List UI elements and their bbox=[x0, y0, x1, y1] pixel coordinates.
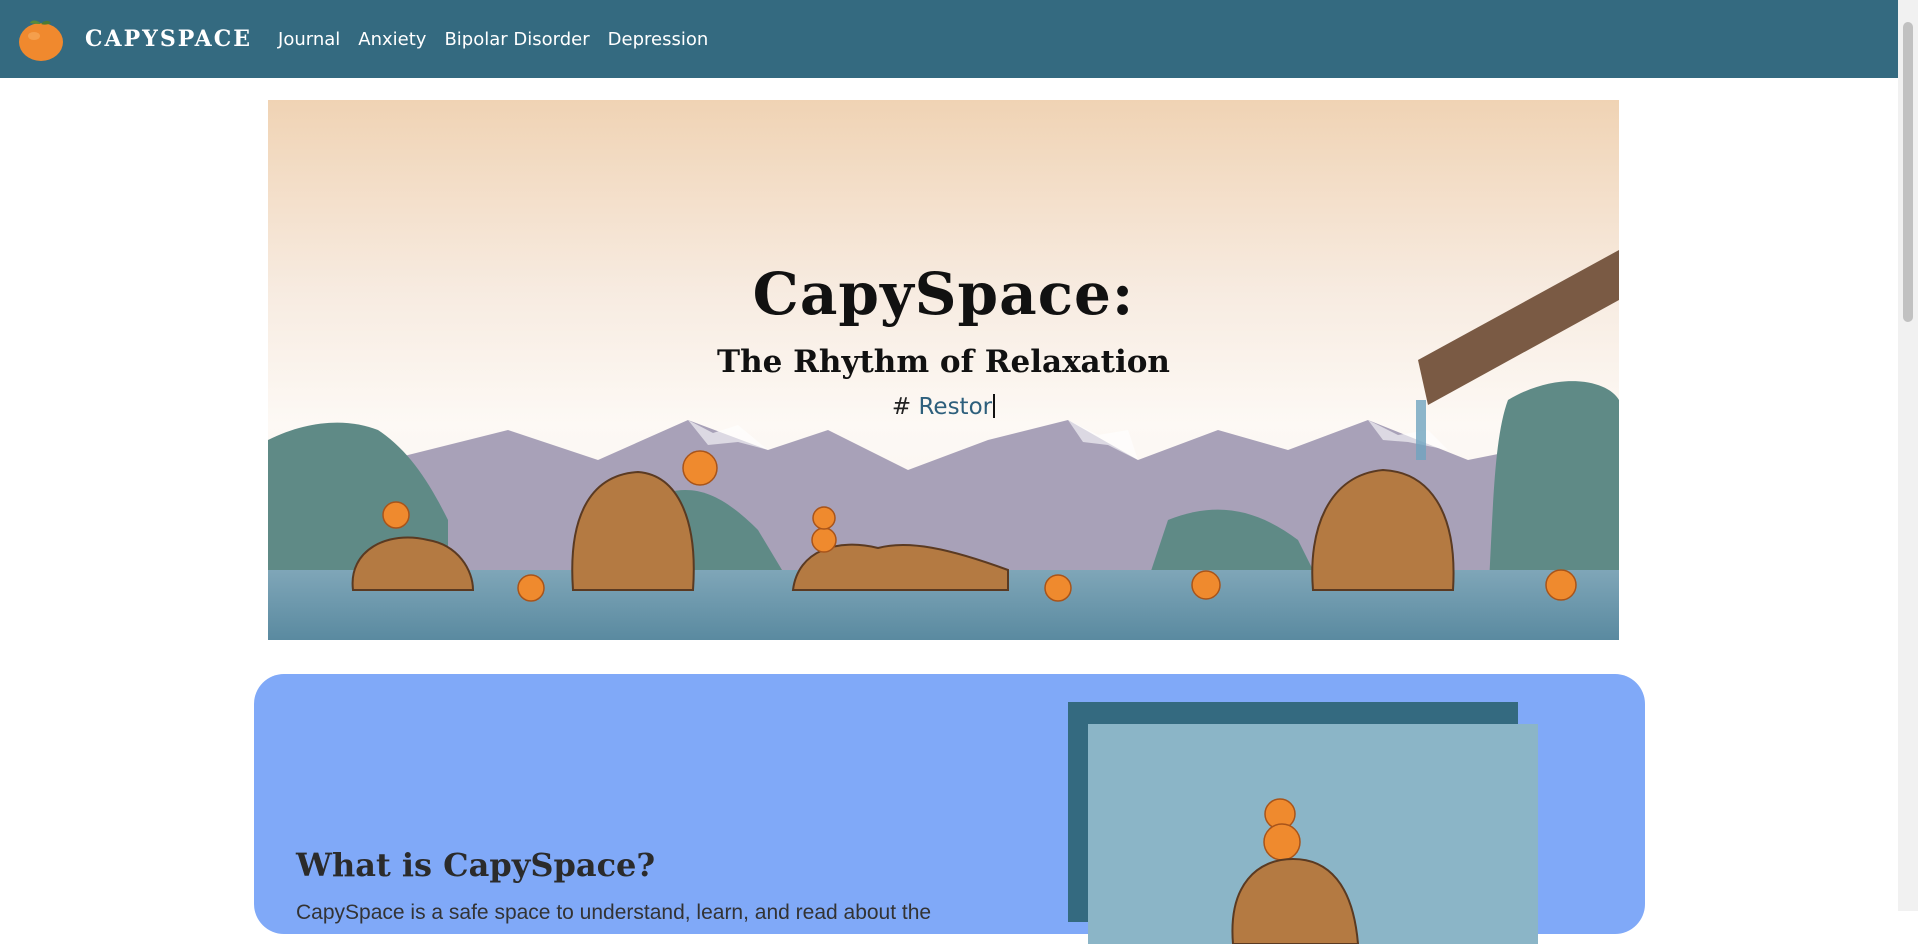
hero-title: CapySpace: bbox=[752, 260, 1135, 328]
page-scrollbar[interactable] bbox=[1898, 0, 1918, 911]
hashtag-symbol: # bbox=[891, 394, 912, 420]
capybara-illustration bbox=[1231, 798, 1360, 944]
hero-text-block: CapySpace: The Rhythm of Relaxation # Re… bbox=[268, 260, 1619, 420]
hero-subtitle: The Rhythm of Relaxation bbox=[717, 344, 1170, 380]
hero-banner: CapySpace: The Rhythm of Relaxation # Re… bbox=[268, 100, 1619, 640]
nav-link-journal[interactable]: Journal bbox=[278, 29, 340, 50]
nav-link-depression[interactable]: Depression bbox=[608, 29, 709, 50]
typed-word: Restor bbox=[918, 394, 993, 420]
about-section: What is CapySpace? CapySpace is a safe s… bbox=[254, 674, 1645, 944]
capybara-image bbox=[1088, 724, 1538, 944]
navbar: CAPYSPACE Journal Anxiety Bipolar Disord… bbox=[0, 0, 1898, 78]
nav-links: Journal Anxiety Bipolar Disorder Depress… bbox=[278, 29, 726, 50]
nav-link-anxiety[interactable]: Anxiety bbox=[358, 29, 426, 50]
text-caret bbox=[993, 394, 996, 418]
brand-name[interactable]: CAPYSPACE bbox=[85, 26, 252, 52]
nav-link-bipolar-disorder[interactable]: Bipolar Disorder bbox=[444, 29, 589, 50]
about-description: CapySpace is a safe space to understand,… bbox=[296, 901, 932, 924]
typewriter-hashtag: # Restor bbox=[268, 394, 1619, 420]
scrollbar-thumb[interactable] bbox=[1903, 22, 1913, 322]
about-title: What is CapySpace? bbox=[296, 846, 656, 884]
tangerine-icon[interactable] bbox=[17, 15, 65, 63]
